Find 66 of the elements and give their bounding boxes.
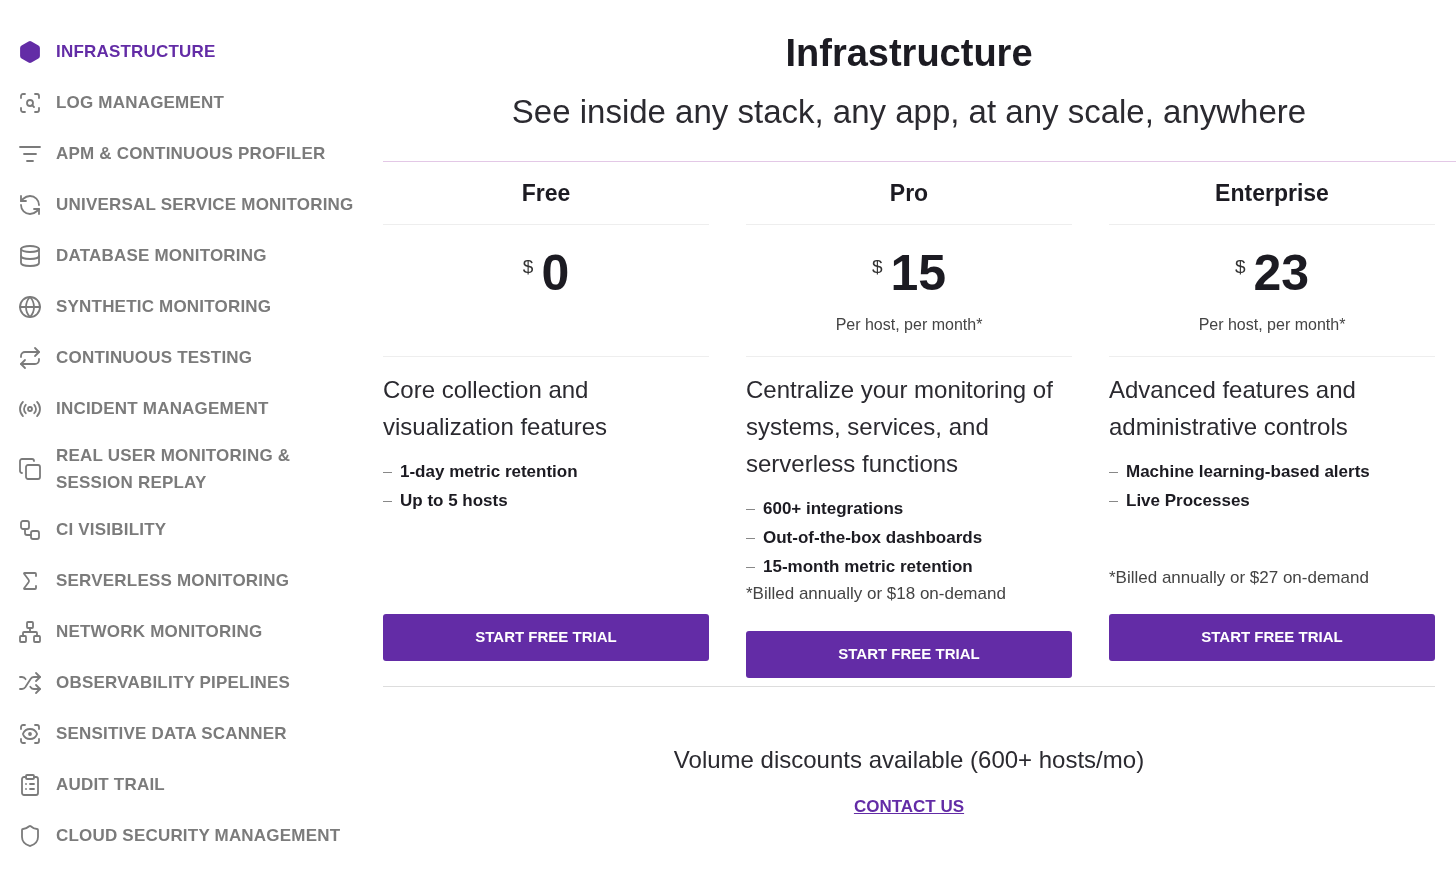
bullet-dash (1109, 500, 1118, 503)
sidebar-item[interactable]: NETWORK MONITORING (18, 606, 365, 657)
price-note: Per host, per month* (835, 315, 983, 335)
plan-price: 0 (541, 245, 570, 301)
currency-symbol: $ (1234, 255, 1246, 279)
contact-link[interactable]: CONTACT US (853, 794, 965, 820)
bullet-dash (746, 508, 755, 511)
volume-discount-text: Volume discounts available (600+ hosts/mo) (673, 745, 1145, 775)
plan-name: Free (383, 162, 709, 225)
log-search-icon (18, 90, 42, 115)
database-icon (18, 243, 42, 268)
page-subtitle: See inside any stack, any app, at any scale, anywhere (511, 92, 1307, 132)
refresh-circle-icon (18, 192, 42, 217)
currency-symbol: $ (522, 255, 534, 279)
workflow-icon (18, 517, 42, 542)
start-trial-button[interactable]: START FREE TRIAL (383, 614, 709, 661)
sidebar-item[interactable]: SYNTHETIC MONITORING (18, 281, 365, 332)
sidebar-item[interactable]: INCIDENT MANAGEMENT (18, 383, 365, 434)
sidebar-item[interactable]: SERVERLESS MONITORING (18, 555, 365, 606)
sidebar-item[interactable]: CI VISIBILITY (18, 504, 365, 555)
feature-item: Live Processes (1109, 486, 1435, 515)
sidebar-item[interactable]: OBSERVABILITY PIPELINES (18, 657, 365, 708)
plan-description: Core collection and visualization features (383, 375, 609, 442)
shield-icon (18, 823, 42, 848)
plan-price: 15 (890, 245, 947, 301)
page-title: Infrastructure (785, 31, 1033, 76)
sidebar-item[interactable]: UNIVERSAL SERVICE MONITORING (18, 179, 365, 230)
plan-price: 23 (1253, 245, 1310, 301)
plan-name: Enterprise (1109, 162, 1435, 225)
bullet-dash (746, 566, 755, 569)
repeat-icon (18, 345, 42, 370)
copy-icon (18, 457, 42, 481)
plan-name: Pro (746, 162, 1072, 225)
start-trial-button[interactable]: START FREE TRIAL (746, 630, 1072, 678)
bullet-dash (383, 471, 392, 474)
feature-item: Up to 5 hosts (383, 486, 709, 515)
sidebar-item[interactable]: REAL USER MONITORING & SESSION REPLAY (18, 434, 365, 504)
shuffle-icon (18, 670, 42, 695)
price-note: Per host, per month* (1198, 315, 1346, 335)
feature-item: Out-of-the-box dashboards (746, 523, 1072, 552)
sidebar-item[interactable]: AUDIT TRAIL (18, 759, 365, 810)
eye-scan-icon (18, 721, 42, 746)
bullet-dash (746, 537, 755, 540)
currency-symbol: $ (871, 255, 883, 279)
clipboard-icon (18, 772, 42, 797)
plan-description: Advanced features and administrative controls (1109, 375, 1357, 442)
sidebar-item[interactable]: INFRASTRUCTURE (18, 26, 365, 77)
billing-note: *Billed annually or $18 on-demand (746, 583, 1007, 605)
network-icon (18, 619, 42, 644)
sidebar-item[interactable]: DATABASE MONITORING (18, 230, 365, 281)
bullet-dash (383, 500, 392, 503)
feature-item: 600+ integrations (746, 494, 1072, 523)
sidebar-item[interactable]: APM & CONTINUOUS PROFILER (18, 128, 365, 179)
start-trial-button[interactable]: START FREE TRIAL (1109, 614, 1435, 661)
feature-item: Machine learning-based alerts (1109, 457, 1435, 486)
sidebar-item[interactable]: CONTINUOUS TESTING (18, 332, 365, 383)
bullet-dash (1109, 471, 1118, 474)
plan-description: Centralize your monitoring of systems, services, and serverless functions (746, 375, 1054, 479)
sidebar-item[interactable]: CLOUD SECURITY MANAGEMENT (18, 810, 365, 861)
feature-item: 15-month metric retention (746, 552, 1072, 581)
feature-item: 1-day metric retention (383, 457, 709, 486)
sidebar-item[interactable]: SENSITIVE DATA SCANNER (18, 708, 365, 759)
billing-note: *Billed annually or $27 on-demand (1109, 566, 1370, 589)
hexagon-icon (18, 39, 42, 64)
sidebar-item[interactable]: LOG MANAGEMENT (18, 77, 365, 128)
globe-icon (18, 294, 42, 319)
